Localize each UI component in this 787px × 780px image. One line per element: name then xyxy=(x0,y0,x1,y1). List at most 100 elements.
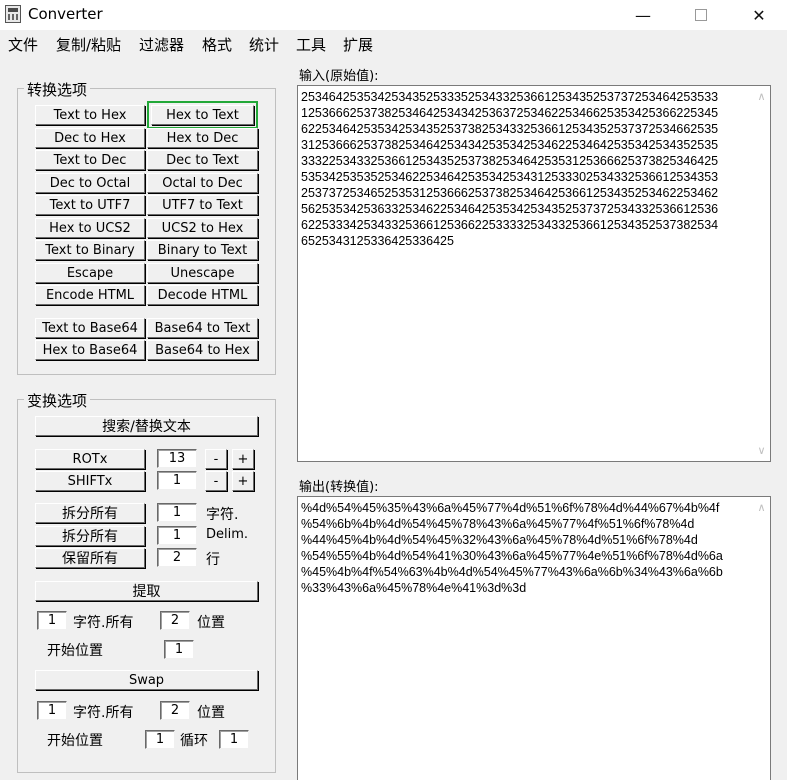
extract-start-label: 开始位置 xyxy=(47,643,103,659)
hex-to-ucs2-button[interactable]: Hex to UCS2 xyxy=(35,218,145,238)
menu-format[interactable]: 格式 xyxy=(202,34,232,55)
scroll-up-icon[interactable]: ∧ xyxy=(753,499,770,516)
swap-position-label: 位置 xyxy=(197,705,225,721)
input-line: 3125366625373825346425343425353425346225… xyxy=(301,138,719,152)
input-text: 2534642535342534352533352534332536612534… xyxy=(301,89,751,249)
output-line: %44%45%4b%4d%54%45%32%43%6a%45%78%4d%51%… xyxy=(301,533,698,547)
output-line: %33%43%6a%45%78%4e%41%3d%3d xyxy=(301,581,527,595)
hex-to-base64-button[interactable]: Hex to Base64 xyxy=(35,340,145,360)
input-textarea[interactable]: 2534642535342534352533352534332536612534… xyxy=(297,85,771,462)
swap-loop-label: 循环 xyxy=(180,733,208,749)
hex-to-text-button[interactable]: Hex to Text xyxy=(147,101,258,129)
calculator-icon xyxy=(5,5,21,23)
swap-char-all-label: 字符.所有 xyxy=(73,705,134,721)
menu-bar: 文件 复制/粘贴 过滤器 格式 统计 工具 扩展 xyxy=(0,30,787,56)
extract-position-label: 位置 xyxy=(197,615,225,631)
rotx-button[interactable]: ROTx xyxy=(35,449,145,469)
output-text: %4d%54%45%35%43%6a%45%77%4d%51%6f%78%4d%… xyxy=(301,500,751,596)
split-delim-unit-label: Delim. xyxy=(206,527,249,542)
rotx-minus-button[interactable]: - xyxy=(205,449,227,469)
keep-lines-value-field[interactable]: 2 xyxy=(157,548,197,567)
input-line: 2537372534652535312536662537382534642536… xyxy=(301,186,719,200)
extract-char-count-field[interactable]: 1 xyxy=(37,611,67,630)
input-line: 6225346425353425343525373825343325366125… xyxy=(301,122,719,136)
menu-file[interactable]: 文件 xyxy=(8,34,38,55)
swap-start-label: 开始位置 xyxy=(47,733,103,749)
output-textarea[interactable]: %4d%54%45%35%43%6a%45%77%4d%51%6f%78%4d%… xyxy=(297,496,771,780)
split-chars-unit-label: 字符. xyxy=(206,507,239,523)
minimize-button[interactable]: — xyxy=(620,0,666,30)
split-all-chars-button[interactable]: 拆分所有 xyxy=(35,503,145,523)
scroll-down-icon[interactable]: ∨ xyxy=(753,442,770,459)
output-line: %54%55%4b%4d%54%41%30%43%6a%45%77%4e%51%… xyxy=(301,549,723,563)
keep-all-lines-button[interactable]: 保留所有 xyxy=(35,548,145,568)
maximize-button[interactable] xyxy=(678,0,724,30)
extract-start-field[interactable]: 1 xyxy=(164,640,194,659)
utf7-to-text-button[interactable]: UTF7 to Text xyxy=(147,195,258,215)
convert-options-title: 转换选项 xyxy=(24,79,91,100)
menu-extensions[interactable]: 扩展 xyxy=(343,34,373,55)
window-title: Converter xyxy=(28,5,103,23)
swap-loop-field[interactable]: 1 xyxy=(219,730,249,749)
dec-to-octal-button[interactable]: Dec to Octal xyxy=(35,173,145,193)
input-line: 1253666253738253464253434253637253462253… xyxy=(301,106,719,120)
output-line: %45%4b%4f%54%63%4b%4d%54%45%77%43%6a%6b%… xyxy=(301,565,723,579)
shiftx-minus-button[interactable]: - xyxy=(205,471,227,491)
menu-copy-paste[interactable]: 复制/粘贴 xyxy=(56,34,121,55)
unescape-button[interactable]: Unescape xyxy=(147,263,258,283)
search-replace-button[interactable]: 搜索/替换文本 xyxy=(35,416,258,436)
base64-to-hex-button[interactable]: Base64 to Hex xyxy=(147,340,258,360)
shiftx-button[interactable]: SHIFTx xyxy=(35,471,145,491)
input-line: 6525343125336425336425 xyxy=(301,234,454,248)
hex-to-dec-button[interactable]: Hex to Dec xyxy=(147,128,258,148)
input-line: 2534642535342534352533352534332536612534… xyxy=(301,90,719,104)
text-to-dec-button[interactable]: Text to Dec xyxy=(35,150,145,170)
input-line: 6225333425343325366125366225333325343325… xyxy=(301,218,719,232)
text-to-base64-button[interactable]: Text to Base64 xyxy=(35,318,145,338)
extract-position-field[interactable]: 2 xyxy=(160,611,190,630)
swap-position-field[interactable]: 2 xyxy=(160,701,190,720)
input-label: 输入(原始值): xyxy=(299,69,379,84)
shiftx-plus-button[interactable]: + xyxy=(232,471,254,491)
close-button[interactable]: ✕ xyxy=(736,0,782,30)
decode-html-button[interactable]: Decode HTML xyxy=(147,285,258,305)
split-chars-value-field[interactable]: 1 xyxy=(157,503,197,522)
split-delim-value-field[interactable]: 1 xyxy=(157,526,197,545)
swap-char-count-field[interactable]: 1 xyxy=(37,701,67,720)
dec-to-hex-button[interactable]: Dec to Hex xyxy=(35,128,145,148)
text-to-utf7-button[interactable]: Text to UTF7 xyxy=(35,195,145,215)
output-line: %54%6b%4b%4d%54%45%78%43%6a%45%77%4f%51%… xyxy=(301,517,695,531)
dec-to-text-button[interactable]: Dec to Text xyxy=(147,150,258,170)
title-bar: Converter — ✕ xyxy=(0,0,787,30)
shiftx-value-field[interactable]: 1 xyxy=(157,471,197,490)
menu-tools[interactable]: 工具 xyxy=(296,34,326,55)
menu-statistics[interactable]: 统计 xyxy=(249,34,279,55)
swap-start-field[interactable]: 1 xyxy=(145,730,175,749)
extract-button[interactable]: 提取 xyxy=(35,581,258,601)
swap-button[interactable]: Swap xyxy=(35,670,258,690)
keep-lines-unit-label: 行 xyxy=(206,552,220,568)
menu-filter[interactable]: 过滤器 xyxy=(139,34,184,55)
octal-to-dec-button[interactable]: Octal to Dec xyxy=(147,173,258,193)
input-scrollbar[interactable]: ∧ ∨ xyxy=(753,86,770,461)
input-line: 5625353425363325346225346425353425343525… xyxy=(301,202,719,216)
input-line: 5353425353525346225346425353425343125333… xyxy=(301,170,719,184)
scroll-up-icon[interactable]: ∧ xyxy=(753,88,770,105)
base64-to-text-button[interactable]: Base64 to Text xyxy=(147,318,258,338)
split-all-delim-button[interactable]: 拆分所有 xyxy=(35,526,145,546)
extract-char-all-label: 字符.所有 xyxy=(73,615,134,631)
ucs2-to-hex-button[interactable]: UCS2 to Hex xyxy=(147,218,258,238)
text-to-hex-button[interactable]: Text to Hex xyxy=(35,105,145,125)
rotx-plus-button[interactable]: + xyxy=(232,449,254,469)
escape-button[interactable]: Escape xyxy=(35,263,145,283)
binary-to-text-button[interactable]: Binary to Text xyxy=(147,240,258,260)
rotx-value-field[interactable]: 13 xyxy=(157,449,197,468)
output-label: 输出(转换值): xyxy=(299,480,379,495)
output-scrollbar[interactable]: ∧ xyxy=(753,497,770,780)
transform-options-title: 变换选项 xyxy=(24,390,91,411)
input-line: 3332253433253661253435253738253464253531… xyxy=(301,154,719,168)
encode-html-button[interactable]: Encode HTML xyxy=(35,285,145,305)
text-to-binary-button[interactable]: Text to Binary xyxy=(35,240,145,260)
output-line: %4d%54%45%35%43%6a%45%77%4d%51%6f%78%4d%… xyxy=(301,501,720,515)
maximize-icon xyxy=(695,9,707,21)
